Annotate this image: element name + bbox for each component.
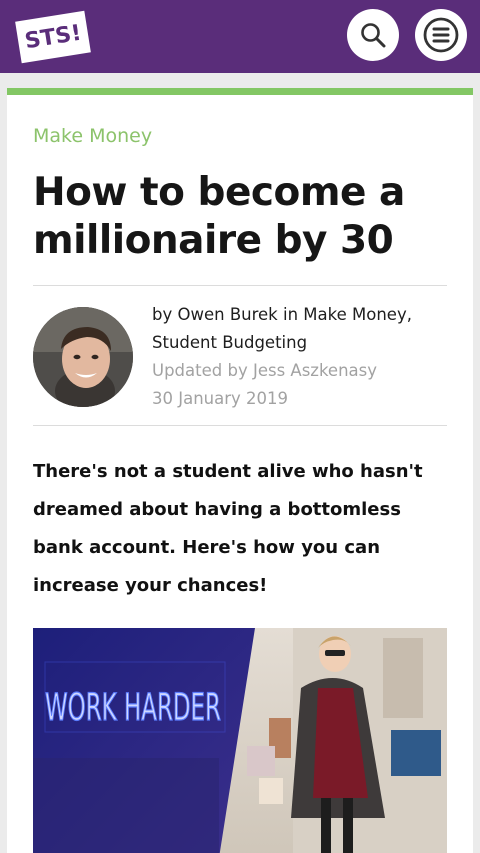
divider (33, 285, 447, 286)
updated-by-author-link[interactable]: Jess Aszkenasy (253, 361, 377, 380)
byline-by: by (152, 305, 173, 324)
article-card: Make Money How to become a millionaire b… (7, 88, 473, 853)
author-link[interactable]: Owen Burek (178, 305, 278, 324)
menu-button[interactable] (415, 9, 467, 61)
divider (33, 425, 447, 426)
search-button[interactable] (347, 9, 399, 61)
article-byline: by Owen Burek in Make Money, Student Bud… (152, 301, 442, 413)
hamburger-menu-icon (423, 17, 459, 53)
top-navigation-bar: STS! (0, 0, 480, 73)
neon-sign-text: WORK HARDER (45, 686, 221, 729)
author-avatar[interactable] (33, 307, 133, 407)
article-category-link[interactable]: Make Money (33, 125, 152, 147)
updated-by-label: Updated by (152, 361, 248, 380)
publish-date: 30 January 2019 (152, 389, 289, 408)
search-icon (361, 23, 386, 48)
article-title: How to become a millionaire by 30 (33, 170, 405, 263)
byline-in: in (283, 305, 299, 324)
site-logo[interactable]: STS! (15, 10, 91, 64)
logo-text: STS! (23, 20, 83, 54)
author-photo (33, 307, 133, 407)
article-intro: There's not a student alive who hasn't d… (33, 461, 423, 596)
article-hero-image: WORK HARDER (33, 628, 447, 853)
